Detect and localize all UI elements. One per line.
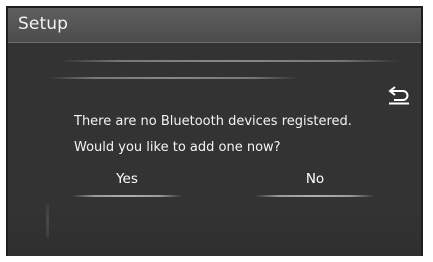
scroll-indicator bbox=[46, 204, 49, 238]
yes-button-underline bbox=[72, 195, 182, 197]
back-arrow-icon bbox=[388, 86, 409, 105]
divider-line bbox=[48, 77, 298, 79]
no-button-underline bbox=[255, 195, 375, 197]
dialog-message-line2: Would you like to add one now? bbox=[74, 140, 281, 155]
page-title: Setup bbox=[18, 14, 68, 34]
yes-button[interactable]: Yes bbox=[72, 171, 182, 197]
no-button[interactable]: No bbox=[255, 171, 375, 197]
header-bar: Setup bbox=[8, 8, 421, 43]
back-button[interactable] bbox=[386, 85, 412, 105]
panel-bottom bbox=[8, 208, 421, 256]
dialog-message-line1: There are no Bluetooth devices registere… bbox=[74, 114, 352, 129]
setup-screen: Setup There are no Bluetooth devices reg… bbox=[6, 6, 423, 256]
yes-button-label: Yes bbox=[116, 171, 138, 187]
divider-line bbox=[60, 60, 400, 62]
no-button-label: No bbox=[305, 171, 325, 187]
